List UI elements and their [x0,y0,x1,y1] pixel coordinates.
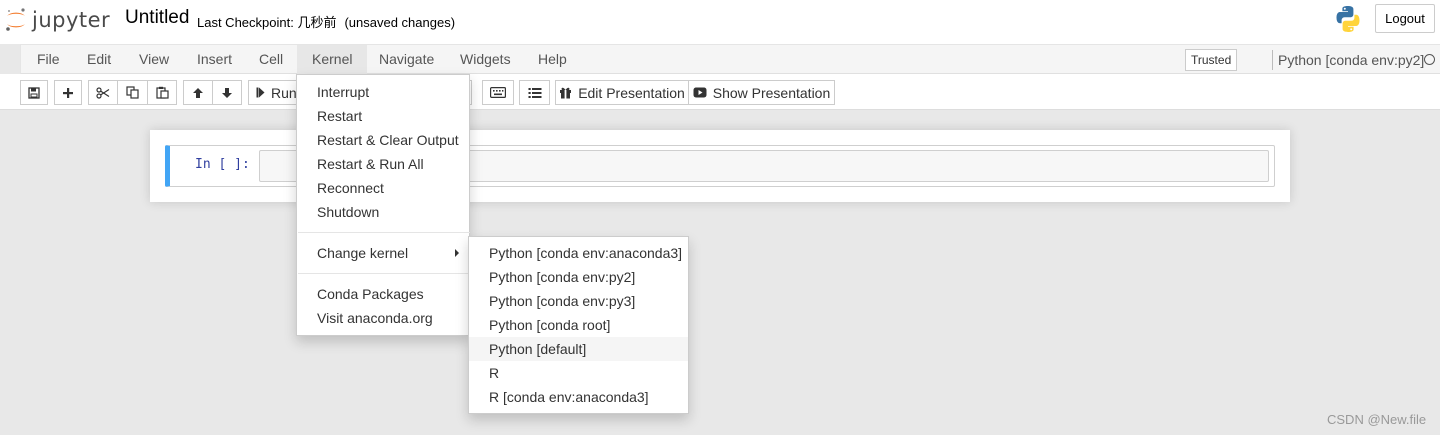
python-logo-icon [1336,6,1360,32]
kernel-menu-restart[interactable]: Restart [297,104,469,128]
menu-cell[interactable]: Cell [244,45,298,74]
arrow-down-icon [222,87,232,98]
move-down-button[interactable] [212,80,242,105]
kernel-option-conda-root[interactable]: Python [conda root] [469,313,688,337]
watermark: CSDN @New.file [1327,412,1427,427]
kernel-menu-restart-run-all[interactable]: Restart & Run All [297,152,469,176]
menu-view[interactable]: View [124,45,184,74]
menubar: File Edit View Insert Cell Kernel Naviga… [20,44,1440,74]
kernel-option-r[interactable]: R [469,361,688,385]
input-prompt: In [ ]: [195,157,250,172]
edit-presentation-label: Edit Presentation [578,84,685,101]
save-button[interactable] [20,80,48,105]
kernel-menu-visit-anaconda[interactable]: Visit anaconda.org [297,306,469,330]
table-of-contents-button[interactable] [519,80,550,105]
checkpoint-text: Last Checkpoint: 几秒前 [197,15,337,30]
arrow-up-icon [193,87,203,98]
menu-divider [298,273,470,274]
kernel-menu-change-kernel[interactable]: Change kernel [297,241,469,265]
move-up-button[interactable] [183,80,213,105]
kernel-menu-conda-packages[interactable]: Conda Packages [297,282,469,306]
kernel-option-conda-py2[interactable]: Python [conda env:py2] [469,265,688,289]
jupyter-logo-icon [6,8,25,31]
insert-cell-button[interactable] [54,80,82,105]
show-presentation-label: Show Presentation [712,84,831,101]
notebook-title[interactable]: Untitled [125,7,189,29]
kernel-option-python-default[interactable]: Python [default] [469,337,688,361]
menu-divider [298,232,470,233]
copy-icon [126,86,139,99]
keyboard-icon [490,87,506,98]
menu-widgets[interactable]: Widgets [445,45,526,74]
menu-insert[interactable]: Insert [182,45,247,74]
youtube-play-icon [693,87,707,98]
menu-navigate[interactable]: Navigate [364,45,449,74]
logout-button[interactable]: Logout [1375,4,1435,33]
kernel-menu-restart-clear-output[interactable]: Restart & Clear Output [297,128,469,152]
menu-kernel[interactable]: Kernel [297,45,368,74]
caret-right-icon [455,249,459,257]
menu-edit[interactable]: Edit [72,45,126,74]
kernel-menu-shutdown[interactable]: Shutdown [297,200,469,224]
paste-icon [155,86,169,99]
cut-button[interactable] [88,80,118,105]
show-presentation-button[interactable]: Show Presentation [688,80,835,105]
edit-presentation-button[interactable]: Edit Presentation [555,80,689,105]
kernel-menu-interrupt[interactable]: Interrupt [297,80,469,104]
paste-button[interactable] [147,80,177,105]
copy-button[interactable] [117,80,148,105]
change-kernel-label: Change kernel [317,245,409,261]
menu-help[interactable]: Help [523,45,582,74]
list-icon [528,87,541,98]
toolbar: Run Edit Presentation Show Presentation [0,74,1440,110]
checkpoint-status: Last Checkpoint: 几秒前 (unsaved changes) [197,12,455,31]
menu-file[interactable]: File [22,45,75,74]
save-icon [28,86,40,99]
kernel-option-conda-py3[interactable]: Python [conda env:py3] [469,289,688,313]
header: jupyter Untitled Last Checkpoint: 几秒前 (un… [0,0,1440,44]
command-palette-button[interactable] [482,80,514,105]
step-forward-icon [256,87,265,98]
run-label: Run [271,84,297,101]
change-kernel-submenu: Python [conda env:anaconda3] Python [con… [468,236,689,414]
jupyter-logo[interactable]: jupyter [4,4,110,36]
plus-icon [63,87,73,98]
kernel-idle-indicator-icon [1424,54,1435,65]
kernel-name: Python [conda env:py2] [1272,50,1424,70]
kernel-option-r-conda-anaconda3[interactable]: R [conda env:anaconda3] [469,385,688,409]
unsaved-changes-text: (unsaved changes) [344,15,456,30]
scissors-icon [96,86,110,99]
kernel-menu-reconnect[interactable]: Reconnect [297,176,469,200]
gift-icon [560,87,572,99]
trusted-badge[interactable]: Trusted [1185,49,1238,71]
kernel-option-conda-anaconda3[interactable]: Python [conda env:anaconda3] [469,241,688,265]
logo-text: jupyter [32,8,111,32]
kernel-dropdown-menu: Interrupt Restart Restart & Clear Output… [296,74,470,336]
